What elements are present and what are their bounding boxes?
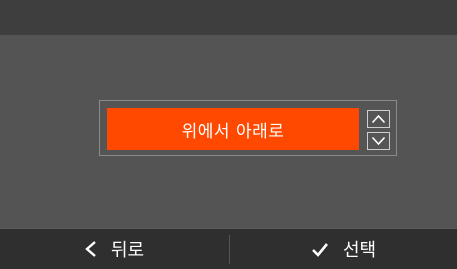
checkmark-icon [312, 242, 328, 257]
selected-value-label: 위에서 아래로 [181, 121, 285, 142]
chevron-down-icon [371, 136, 386, 146]
back-button-label: 뒤로 [110, 240, 145, 261]
scroll-up-button[interactable] [367, 110, 390, 128]
back-button[interactable]: 뒤로 [0, 229, 229, 269]
select-button-label: 선택 [342, 240, 377, 261]
scroll-down-button[interactable] [367, 132, 390, 150]
top-bar [0, 0, 457, 35]
chevron-up-icon [371, 114, 386, 124]
selected-value[interactable]: 위에서 아래로 [107, 108, 359, 150]
soft-key-bar: 뒤로 선택 [0, 228, 457, 269]
select-button[interactable]: 선택 [230, 229, 457, 269]
chevron-left-icon [85, 241, 96, 257]
